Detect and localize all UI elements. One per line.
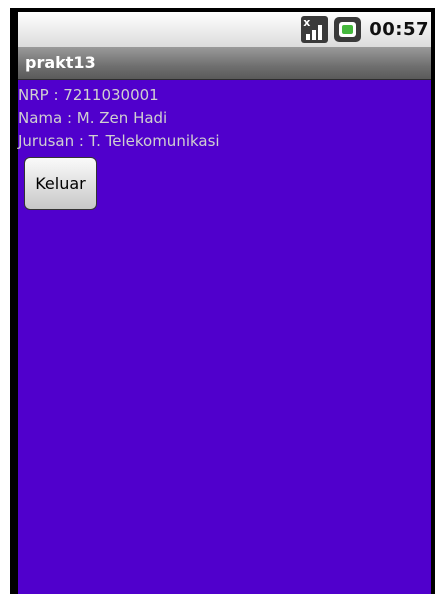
status-clock: 00:57 bbox=[369, 19, 429, 40]
signal-bar-2 bbox=[312, 30, 317, 40]
app-title-bar: prakt13 bbox=[18, 47, 431, 80]
app-title: prakt13 bbox=[25, 53, 96, 72]
status-bar: x 00:57 bbox=[18, 12, 431, 47]
nrp-text: NRP : 7211030001 bbox=[18, 86, 159, 104]
signal-bar-3 bbox=[318, 25, 323, 40]
nama-text: Nama : M. Zen Hadi bbox=[18, 109, 168, 127]
signal-bar-1 bbox=[306, 34, 311, 40]
keluar-button[interactable]: Keluar bbox=[24, 157, 97, 210]
device-frame: x 00:57 prakt13 NRP : 7211030001 Nama : … bbox=[0, 0, 435, 594]
battery-icon bbox=[334, 17, 362, 42]
signal-icon: x bbox=[301, 16, 329, 43]
main-content: NRP : 7211030001 Nama : M. Zen Hadi Juru… bbox=[18, 80, 431, 594]
frame-border-right bbox=[431, 10, 435, 594]
battery-charge bbox=[342, 25, 354, 34]
no-signal-mark: x bbox=[303, 16, 311, 29]
frame-border-left bbox=[10, 10, 18, 594]
jurusan-text: Jurusan : T. Telekomunikasi bbox=[18, 132, 220, 150]
